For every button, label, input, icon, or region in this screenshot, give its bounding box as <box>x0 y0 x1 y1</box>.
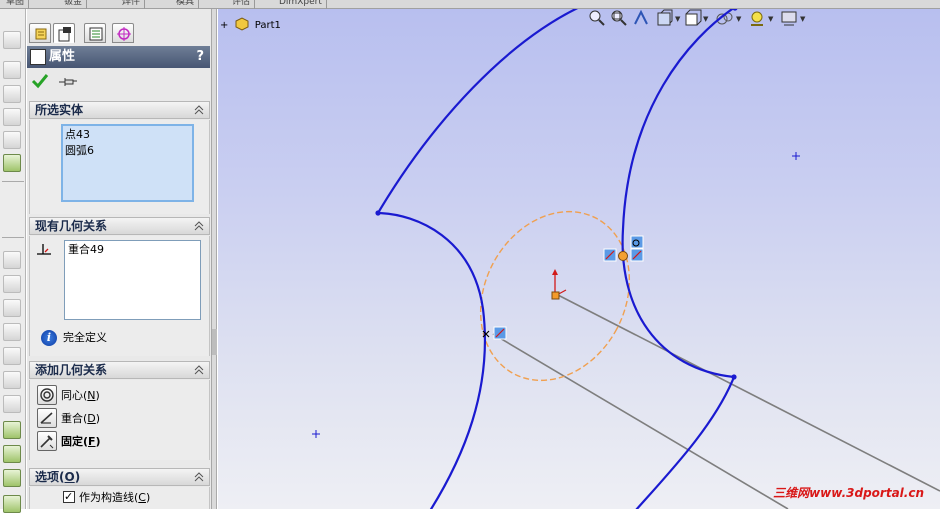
tab-configuration-manager[interactable] <box>84 23 106 43</box>
tab-mold[interactable]: 模具 <box>172 0 200 9</box>
title-text: 属性 <box>49 49 76 64</box>
ok-check-icon[interactable] <box>31 72 49 90</box>
collapse-chevron-icon[interactable] <box>193 220 205 232</box>
mirror-tool-icon[interactable] <box>3 61 21 79</box>
existing-relations-list[interactable]: 重合49 <box>64 240 201 320</box>
property-manager-title: 属性 ? <box>27 46 210 68</box>
origin-arrow-icon <box>552 269 558 275</box>
sketch-endpoint[interactable] <box>732 9 738 11</box>
sketch-arc-left[interactable] <box>377 211 487 509</box>
site-watermark: 三维网www.3dportal.cn <box>773 486 924 500</box>
add-relation-icon[interactable] <box>3 445 21 463</box>
property-title-icon <box>30 49 46 65</box>
add-relations-header[interactable]: 添加几何关系 <box>29 361 210 379</box>
configuration-icon <box>89 27 103 41</box>
panel-splitter[interactable] <box>212 9 217 509</box>
construction-line[interactable] <box>492 333 789 509</box>
sketch-canvas[interactable] <box>218 9 940 509</box>
collapse-chevron-icon[interactable] <box>193 364 205 376</box>
tab-sheet-metal[interactable]: 钣金 <box>60 0 88 9</box>
sketch-arc-upper-left[interactable] <box>377 9 598 214</box>
spline-tool-icon[interactable] <box>3 154 21 172</box>
list-item[interactable]: 点43 <box>65 127 190 143</box>
tab-sketch[interactable]: 草图 <box>2 0 30 9</box>
fix-icon <box>37 431 57 451</box>
info-icon: i <box>41 330 57 346</box>
pushpin-icon[interactable] <box>57 74 79 90</box>
sketch-check-icon[interactable] <box>3 495 21 513</box>
edit-sketch-icon[interactable] <box>3 421 21 439</box>
tab-feature-manager[interactable] <box>29 23 51 43</box>
display-relation-icon[interactable] <box>3 469 21 487</box>
coincident-icon <box>37 408 57 428</box>
fix-label: 固定(F) <box>61 435 101 448</box>
command-manager-tab-strip: 草图 钣金 焊件 模具 评估 DimXpert <box>0 0 940 9</box>
group-title: 所选实体 <box>35 103 84 117</box>
action-buttons <box>31 72 91 92</box>
group-title: 添加几何关系 <box>35 363 108 377</box>
concentric-icon <box>37 385 57 405</box>
front-view-icon[interactable] <box>3 275 21 293</box>
sketch-arc-right[interactable] <box>621 9 735 379</box>
trim-tool-icon[interactable] <box>3 108 21 126</box>
property-manager: 属性 ? 所选实体 点43 圆弧6 现有几何关系 重合49 i 完全定义 添加几… <box>27 9 212 509</box>
coincident-button[interactable]: 重合(D) <box>37 408 187 428</box>
fix-button[interactable]: 固定(F) <box>37 431 187 451</box>
left-sketch-toolbar <box>0 9 26 513</box>
status-text: 完全定义 <box>63 331 107 344</box>
selected-entities-header[interactable]: 所选实体 <box>29 101 210 119</box>
existing-relations-header[interactable]: 现有几何关系 <box>29 217 210 235</box>
top-view-icon[interactable] <box>3 299 21 317</box>
graphics-area[interactable]: + Part1 ▼ ▼ ▼ ▼ ▼ 三维网www.3dportal.cn <box>218 9 940 509</box>
manager-tabs <box>27 23 212 43</box>
list-item[interactable]: 重合49 <box>68 242 197 258</box>
construction-option[interactable]: 作为构造线(C) <box>63 489 150 506</box>
collapse-chevron-icon[interactable] <box>193 471 205 483</box>
selected-point[interactable] <box>618 251 628 261</box>
tab-evaluate[interactable]: 评估 <box>228 0 256 9</box>
collapse-chevron-icon[interactable] <box>193 104 205 116</box>
tab-property-manager[interactable] <box>53 23 75 43</box>
selected-entities-list[interactable]: 点43 圆弧6 <box>61 124 194 202</box>
concentric-button[interactable]: 同心(N) <box>37 385 187 405</box>
coincident-label: 重合(D) <box>61 412 101 425</box>
sketch-point-marker[interactable] <box>792 152 800 160</box>
back-view-icon[interactable] <box>3 347 21 365</box>
group-title: 现有几何关系 <box>35 219 108 233</box>
iso-view-icon[interactable] <box>3 395 21 413</box>
sketch-arc-lower-right[interactable] <box>628 376 736 509</box>
feature-tree-icon <box>35 28 47 40</box>
sketch-endpoint[interactable] <box>731 374 737 380</box>
list-item[interactable]: 圆弧6 <box>65 143 190 159</box>
construction-label: 作为构造线( <box>79 491 139 504</box>
bottom-view-icon[interactable] <box>3 371 21 389</box>
toolbar-separator <box>2 237 24 238</box>
sketch-tool-icon[interactable] <box>3 31 21 49</box>
relation-type-icon <box>37 244 51 255</box>
offset-tool-icon[interactable] <box>3 85 21 103</box>
tab-dimxpert-manager[interactable] <box>112 23 134 43</box>
tab-weldments[interactable]: 焊件 <box>118 0 146 9</box>
help-button[interactable]: ? <box>196 46 204 68</box>
options-header[interactable]: 选项(O) <box>29 468 210 486</box>
construction-line[interactable] <box>555 293 940 492</box>
sketch-endpoint[interactable] <box>375 210 381 216</box>
box-view-icon[interactable] <box>3 251 21 269</box>
construction-checkbox[interactable] <box>63 489 75 505</box>
splitter-grip[interactable] <box>212 329 217 355</box>
convert-tool-icon[interactable] <box>3 131 21 149</box>
property-icon <box>58 27 71 42</box>
right-view-icon[interactable] <box>3 323 21 341</box>
group-title: 选项(O) <box>35 470 81 484</box>
sketch-origin[interactable] <box>551 291 560 300</box>
sketch-point-marker[interactable] <box>312 430 320 438</box>
concentric-label: 同心(N) <box>61 389 100 402</box>
crosshair-icon <box>117 27 131 41</box>
toolbar-separator <box>2 181 24 182</box>
tab-dimxpert[interactable]: DimXpert <box>275 0 327 9</box>
